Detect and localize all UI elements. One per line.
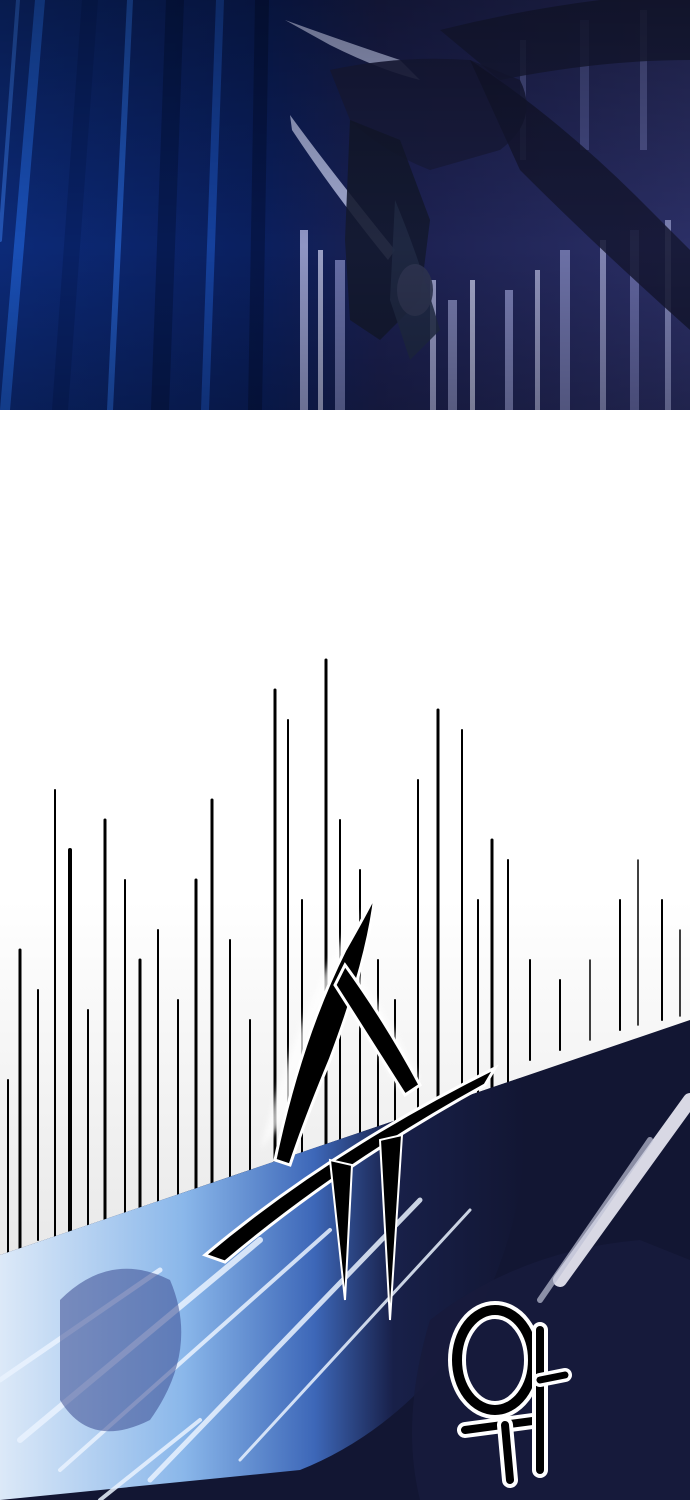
- bottom-panel-art: 슈 와: [0, 410, 690, 1500]
- bottom-panel: 슈 와: [0, 0, 690, 1500]
- comic-page: 슈 와: [0, 0, 690, 1500]
